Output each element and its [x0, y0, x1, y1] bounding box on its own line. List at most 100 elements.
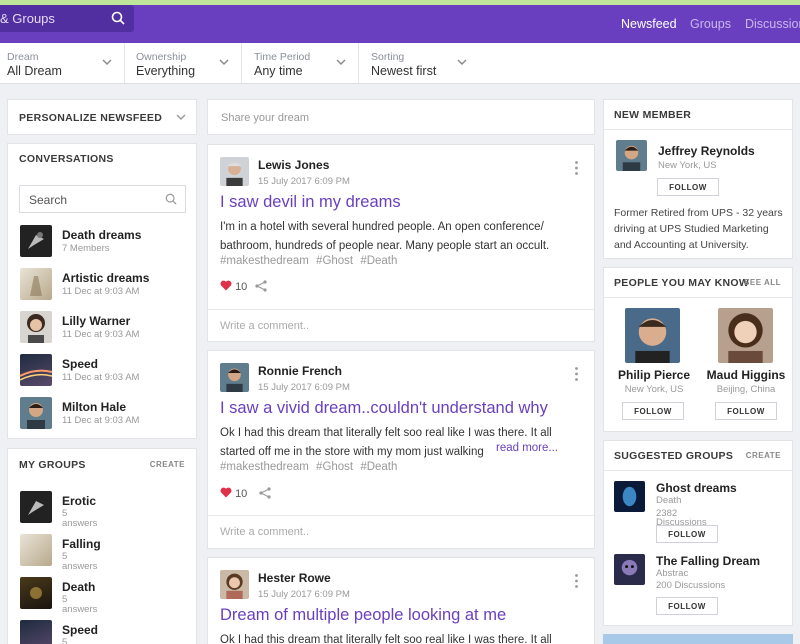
post-card: Hester Rowe 15 July 2017 6:09 PM Dream o…: [207, 557, 595, 644]
share-placeholder: Share your dream: [221, 112, 310, 124]
ghost-dreams-thumbnail[interactable]: [614, 481, 645, 512]
avatar[interactable]: [220, 363, 249, 392]
post-date: 15 July 2017 6:09 PM: [258, 176, 350, 187]
filter-sorting[interactable]: Sorting Newest first: [359, 43, 477, 83]
group-name: Death: [62, 580, 96, 594]
read-more-link[interactable]: read more...: [496, 442, 558, 454]
search-icon[interactable]: [165, 193, 177, 205]
post-date: 15 July 2017 6:09 PM: [258, 589, 350, 600]
post-body: I'm in a hotel with several hundred peop…: [220, 221, 550, 252]
post-tags[interactable]: #makesthedream #Ghost #Death: [220, 461, 397, 473]
more-options-icon[interactable]: [575, 367, 578, 381]
global-search-input[interactable]: & Groups: [0, 5, 134, 32]
group-count: 5: [62, 637, 68, 644]
avatar: [20, 397, 52, 429]
group-category: Abstrac: [656, 568, 689, 579]
avatar[interactable]: [718, 308, 773, 363]
comment-input[interactable]: Write a comment..: [208, 309, 594, 343]
person-name[interactable]: Maud Higgins: [696, 368, 796, 382]
more-options-icon[interactable]: [575, 574, 578, 588]
death-thumbnail: [20, 577, 52, 609]
share-dream-input[interactable]: Share your dream: [207, 99, 595, 135]
conversations-title: CONVERSATIONS: [19, 153, 114, 165]
nav-groups[interactable]: Groups: [690, 17, 731, 31]
follow-button[interactable]: FOLLOW: [657, 178, 719, 196]
avatar[interactable]: [220, 157, 249, 186]
people-you-may-know-panel: PEOPLE YOU MAY KNOW SEE ALL Philip Pierc…: [603, 267, 793, 432]
member-name[interactable]: Jeffrey Reynolds: [658, 144, 755, 158]
avatar[interactable]: [625, 308, 680, 363]
post-title[interactable]: I saw devil in my dreams: [220, 193, 401, 212]
chevron-down-icon: [176, 114, 186, 120]
group-category: Death: [656, 495, 682, 506]
conversation-sub: 11 Dec at 9:03 AM: [62, 372, 140, 383]
post-tags[interactable]: #makesthedream #Ghost #Death: [220, 255, 397, 267]
conversation-name: Lilly Warner: [62, 314, 131, 328]
conversations-panel: CONVERSATIONS Search Death dreams 7 Memb…: [7, 143, 197, 439]
group-name: Erotic: [62, 494, 97, 508]
conversation-item[interactable]: Lilly Warner 11 Dec at 9:03 AM: [20, 311, 190, 345]
filter-ownership[interactable]: Ownership Everything: [125, 43, 242, 83]
follow-button[interactable]: FOLLOW: [715, 402, 777, 420]
person-name[interactable]: Philip Pierce: [604, 368, 704, 382]
group-item[interactable]: Erotic 5 answers: [20, 491, 190, 529]
search-placeholder: Search: [29, 193, 68, 207]
chevron-down-icon: [102, 59, 112, 65]
group-item[interactable]: Speed 5 answers: [20, 620, 190, 644]
group-item[interactable]: Falling 5 answers: [20, 534, 190, 572]
follow-button[interactable]: FOLLOW: [656, 525, 718, 543]
more-options-icon[interactable]: [575, 161, 578, 175]
like-button[interactable]: 10: [220, 280, 247, 293]
share-icon[interactable]: [259, 487, 271, 499]
see-all-link[interactable]: SEE ALL: [744, 278, 781, 287]
person-location: Beijing, China: [716, 384, 776, 395]
filter-value: All Dream: [7, 64, 62, 78]
post-author[interactable]: Hester Rowe: [258, 571, 331, 585]
like-count: 10: [235, 281, 248, 293]
create-group-link[interactable]: CREATE: [746, 451, 781, 460]
erotic-thumbnail: [20, 491, 52, 523]
group-name[interactable]: Ghost dreams: [656, 481, 737, 495]
nav-newsfeed[interactable]: Newsfeed: [621, 17, 677, 31]
post-title[interactable]: I saw a vivid dream..couldn't understand…: [220, 399, 548, 418]
conversation-item[interactable]: Death dreams 7 Members: [20, 225, 190, 259]
filter-dream[interactable]: Dream All Dream: [0, 43, 125, 83]
avatar[interactable]: [616, 140, 647, 171]
filter-time-period[interactable]: Time Period Any time: [242, 43, 359, 83]
group-name[interactable]: The Falling Dream: [656, 554, 760, 568]
conversation-name: Speed: [62, 357, 99, 371]
avatar[interactable]: [220, 570, 249, 599]
post-title[interactable]: Dream of multiple people looking at me: [220, 606, 506, 625]
filter-value: Any time: [254, 64, 303, 78]
personalize-newsfeed-panel[interactable]: PERSONALIZE NEWSFEED: [7, 99, 197, 135]
conversation-sub: 11 Dec at 9:03 AM: [62, 286, 140, 297]
personalize-title: PERSONALIZE NEWSFEED: [19, 112, 163, 124]
conversation-item[interactable]: Speed 11 Dec at 9:03 AM: [20, 354, 190, 388]
conversation-item[interactable]: Artistic dreams 11 Dec at 9:03 AM: [20, 268, 190, 302]
conversation-name: Milton Hale: [62, 400, 127, 414]
speed-thumbnail: [20, 354, 52, 386]
falling-dream-thumbnail[interactable]: [614, 554, 645, 585]
conversation-item[interactable]: Milton Hale 11 Dec at 9:03 AM: [20, 397, 190, 431]
create-group-link[interactable]: CREATE: [150, 460, 185, 469]
filter-bar: Dream All Dream Ownership Everything Tim…: [0, 43, 800, 84]
group-meta: 200 Discussions: [656, 580, 726, 591]
post-card: Ronnie French 15 July 2017 6:09 PM I saw…: [207, 350, 595, 549]
follow-button[interactable]: FOLLOW: [622, 402, 684, 420]
member-location: New York, US: [658, 160, 717, 171]
group-name: Falling: [62, 537, 101, 551]
share-icon[interactable]: [255, 280, 267, 292]
group-item[interactable]: Death 5 answers: [20, 577, 190, 615]
conversation-search-input[interactable]: Search: [19, 185, 186, 213]
post-author[interactable]: Ronnie French: [258, 364, 342, 378]
speed-thumbnail: [20, 620, 52, 644]
comment-input[interactable]: Write a comment..: [208, 515, 594, 549]
search-icon[interactable]: [111, 11, 125, 25]
group-count-unit: answers: [62, 604, 98, 615]
nav-discussion[interactable]: Discussion: [745, 17, 800, 31]
my-groups-title: MY GROUPS: [19, 459, 86, 471]
follow-button[interactable]: FOLLOW: [656, 597, 718, 615]
post-author[interactable]: Lewis Jones: [258, 158, 329, 172]
like-button[interactable]: 10: [220, 487, 247, 500]
post-card: Lewis Jones 15 July 2017 6:09 PM I saw d…: [207, 144, 595, 342]
